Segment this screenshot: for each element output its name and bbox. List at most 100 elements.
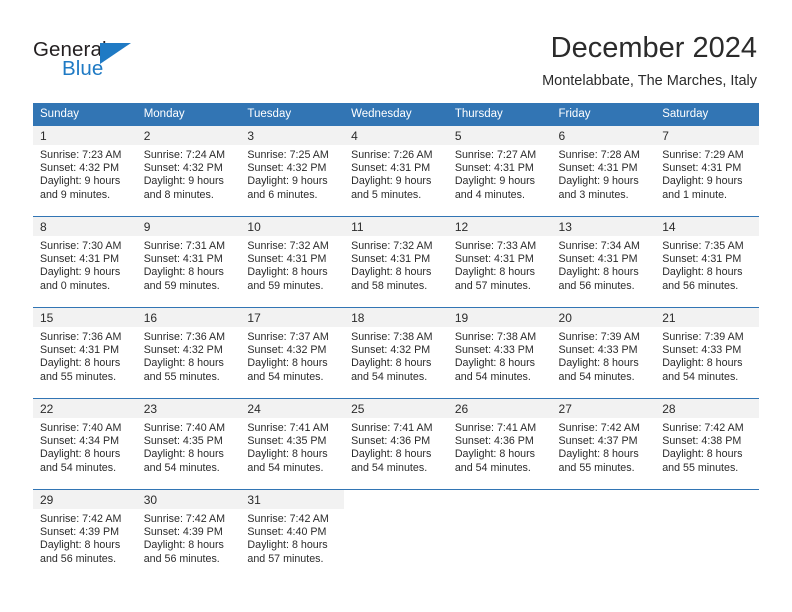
- day-number: 9: [136, 217, 241, 236]
- calendar-day-cell[interactable]: 30 Sunrise: 7:42 AM Sunset: 4:39 PM Dayligh…: [136, 489, 241, 580]
- day-sunrise-text: Sunrise: 7:39 AM: [558, 331, 640, 343]
- day-sun-info: Sunrise: 7:30 AM Sunset: 4:31 PM Daylight:…: [33, 236, 137, 293]
- calendar-day-cell[interactable]: 7 Sunrise: 7:29 AM Sunset: 4:31 PM Daylight…: [655, 125, 759, 217]
- calendar-day-cell[interactable]: 21 Sunrise: 7:39 AM Sunset: 4:33 PM Dayligh…: [655, 307, 759, 399]
- day-sun-info: [655, 509, 759, 513]
- day-sun-info: Sunrise: 7:29 AM Sunset: 4:31 PM Daylight:…: [655, 145, 759, 202]
- day-sunset-text: Sunset: 4:31 PM: [143, 253, 223, 266]
- day-sunrise-text: Sunrise: 7:29 AM: [662, 149, 744, 161]
- day-sunset-text: Sunset: 4:32 PM: [247, 344, 327, 357]
- day-cell-content: 2 Sunrise: 7:24 AM Sunset: 4:32 PM Daylight…: [136, 126, 241, 216]
- day-sun-info: Sunrise: 7:42 AM Sunset: 4:40 PM Daylight:…: [240, 509, 344, 566]
- day-daylight-text: and 56 minutes.: [40, 552, 117, 565]
- day-sun-info: Sunrise: 7:39 AM Sunset: 4:33 PM Daylight:…: [552, 327, 656, 384]
- calendar-day-cell[interactable]: 31 Sunrise: 7:42 AM Sunset: 4:40 PM Dayligh…: [240, 489, 345, 580]
- day-sun-info: Sunrise: 7:40 AM Sunset: 4:34 PM Daylight:…: [33, 418, 137, 475]
- day-sunrise-text: Sunrise: 7:42 AM: [558, 422, 640, 434]
- day-sunset-text: Sunset: 4:32 PM: [143, 344, 223, 357]
- day-number: 23: [136, 399, 241, 418]
- calendar-head: Sunday Monday Tuesday Wednesday Thursday…: [33, 103, 759, 126]
- calendar-day-cell[interactable]: 29 Sunrise: 7:42 AM Sunset: 4:39 PM Dayligh…: [33, 489, 137, 580]
- day-daylight-text: Daylight: 8 hours: [558, 266, 639, 279]
- day-number: 18: [344, 308, 448, 327]
- day-daylight-text: Daylight: 8 hours: [558, 357, 639, 370]
- calendar-day-cell[interactable]: 6 Sunrise: 7:28 AM Sunset: 4:31 PM Daylight…: [551, 125, 656, 217]
- day-sunrise-text: Sunrise: 7:32 AM: [351, 240, 433, 252]
- calendar-day-cell[interactable]: 27 Sunrise: 7:42 AM Sunset: 4:37 PM Dayligh…: [551, 398, 656, 490]
- day-number: 24: [240, 399, 345, 418]
- calendar-day-cell[interactable]: 20 Sunrise: 7:39 AM Sunset: 4:33 PM Dayligh…: [551, 307, 656, 399]
- day-sun-info: Sunrise: 7:32 AM Sunset: 4:31 PM Daylight:…: [344, 236, 448, 293]
- calendar-day-cell[interactable]: 3 Sunrise: 7:25 AM Sunset: 4:32 PM Daylight…: [240, 125, 345, 217]
- calendar-day-cell[interactable]: 11 Sunrise: 7:32 AM Sunset: 4:31 PM Dayligh…: [344, 216, 448, 308]
- calendar-day-cell[interactable]: 10 Sunrise: 7:32 AM Sunset: 4:31 PM Dayligh…: [240, 216, 345, 308]
- day-sun-info: Sunrise: 7:38 AM Sunset: 4:32 PM Daylight:…: [344, 327, 448, 384]
- general-blue-logo[interactable]: General Blue: [33, 38, 223, 88]
- day-cell-content: 25 Sunrise: 7:41 AM Sunset: 4:36 PM Dayligh…: [344, 399, 448, 489]
- calendar-day-cell[interactable]: 23 Sunrise: 7:40 AM Sunset: 4:35 PM Dayligh…: [136, 398, 241, 490]
- day-number: 20: [551, 308, 656, 327]
- day-number: 31: [240, 490, 345, 509]
- day-sunset-text: Sunset: 4:39 PM: [40, 526, 120, 539]
- day-number: 14: [655, 217, 759, 236]
- location-subtitle: Montelabbate, The Marches, Italy: [542, 73, 757, 89]
- calendar-day-cell[interactable]: 1 Sunrise: 7:23 AM Sunset: 4:32 PM Daylight…: [33, 125, 137, 217]
- day-daylight-text: and 57 minutes.: [454, 279, 531, 292]
- day-number: 11: [344, 217, 448, 236]
- calendar-day-cell[interactable]: 13 Sunrise: 7:34 AM Sunset: 4:31 PM Dayligh…: [551, 216, 656, 308]
- calendar-day-cell[interactable]: 8 Sunrise: 7:30 AM Sunset: 4:31 PM Daylight…: [33, 216, 137, 308]
- calendar-day-cell: [655, 489, 759, 580]
- calendar-day-cell[interactable]: 15 Sunrise: 7:36 AM Sunset: 4:31 PM Dayligh…: [33, 307, 137, 399]
- day-cell-content: 14 Sunrise: 7:35 AM Sunset: 4:31 PM Dayligh…: [655, 217, 759, 307]
- day-sun-info: Sunrise: 7:28 AM Sunset: 4:31 PM Daylight:…: [552, 145, 656, 202]
- calendar-day-cell: [551, 489, 656, 580]
- day-cell-content: 15 Sunrise: 7:36 AM Sunset: 4:31 PM Dayligh…: [33, 308, 137, 398]
- day-sunset-text: Sunset: 4:35 PM: [247, 435, 327, 448]
- day-sunrise-text: Sunrise: 7:42 AM: [662, 422, 744, 434]
- day-sunrise-text: Sunrise: 7:41 AM: [351, 422, 433, 434]
- day-sun-info: Sunrise: 7:42 AM Sunset: 4:39 PM Daylight:…: [33, 509, 137, 566]
- calendar-day-cell[interactable]: 12 Sunrise: 7:33 AM Sunset: 4:31 PM Dayligh…: [447, 216, 552, 308]
- calendar-day-cell[interactable]: 24 Sunrise: 7:41 AM Sunset: 4:35 PM Dayligh…: [240, 398, 345, 490]
- calendar-day-cell[interactable]: 25 Sunrise: 7:41 AM Sunset: 4:36 PM Dayligh…: [344, 398, 448, 490]
- day-daylight-text: Daylight: 8 hours: [40, 357, 121, 370]
- day-daylight-text: and 54 minutes.: [247, 461, 324, 474]
- day-sunset-text: Sunset: 4:31 PM: [558, 162, 638, 175]
- weekday-header-thursday: Thursday: [447, 103, 552, 126]
- calendar-day-cell[interactable]: 9 Sunrise: 7:31 AM Sunset: 4:31 PM Daylight…: [136, 216, 241, 308]
- day-daylight-text: Daylight: 8 hours: [143, 539, 224, 552]
- calendar-day-cell[interactable]: 28 Sunrise: 7:42 AM Sunset: 4:38 PM Dayligh…: [655, 398, 759, 490]
- day-sun-info: Sunrise: 7:42 AM Sunset: 4:37 PM Daylight:…: [552, 418, 656, 475]
- day-daylight-text: Daylight: 9 hours: [558, 175, 639, 188]
- day-sunset-text: Sunset: 4:31 PM: [454, 162, 534, 175]
- calendar-day-cell[interactable]: 4 Sunrise: 7:26 AM Sunset: 4:31 PM Daylight…: [344, 125, 448, 217]
- day-number: 4: [344, 126, 448, 145]
- calendar-day-cell[interactable]: 19 Sunrise: 7:38 AM Sunset: 4:33 PM Dayligh…: [447, 307, 552, 399]
- day-daylight-text: Daylight: 9 hours: [454, 175, 536, 188]
- day-sunset-text: Sunset: 4:38 PM: [662, 435, 742, 448]
- day-daylight-text: Daylight: 9 hours: [351, 175, 432, 188]
- day-sunrise-text: Sunrise: 7:41 AM: [247, 422, 329, 434]
- day-cell-content: 20 Sunrise: 7:39 AM Sunset: 4:33 PM Dayligh…: [551, 308, 656, 398]
- weekday-header-row: Sunday Monday Tuesday Wednesday Thursday…: [33, 103, 759, 126]
- calendar-day-cell[interactable]: 18 Sunrise: 7:38 AM Sunset: 4:32 PM Dayligh…: [344, 307, 448, 399]
- day-sunset-text: Sunset: 4:40 PM: [247, 526, 327, 539]
- day-cell-content: 23 Sunrise: 7:40 AM Sunset: 4:35 PM Dayligh…: [136, 399, 241, 489]
- day-sunrise-text: Sunrise: 7:38 AM: [351, 331, 433, 343]
- day-daylight-text: and 55 minutes.: [558, 461, 635, 474]
- calendar-day-cell[interactable]: 2 Sunrise: 7:24 AM Sunset: 4:32 PM Daylight…: [136, 125, 241, 217]
- calendar-day-cell[interactable]: 16 Sunrise: 7:36 AM Sunset: 4:32 PM Dayligh…: [136, 307, 241, 399]
- day-daylight-text: and 3 minutes.: [558, 188, 629, 201]
- calendar-day-cell[interactable]: 5 Sunrise: 7:27 AM Sunset: 4:31 PM Daylight…: [447, 125, 552, 217]
- day-sunset-text: Sunset: 4:31 PM: [558, 253, 638, 266]
- day-cell-content: [344, 490, 448, 580]
- calendar-day-cell[interactable]: 17 Sunrise: 7:37 AM Sunset: 4:32 PM Dayligh…: [240, 307, 345, 399]
- day-cell-content: 8 Sunrise: 7:30 AM Sunset: 4:31 PM Daylight…: [33, 217, 137, 307]
- calendar-day-cell[interactable]: 22 Sunrise: 7:40 AM Sunset: 4:34 PM Dayligh…: [33, 398, 137, 490]
- calendar-day-cell[interactable]: 26 Sunrise: 7:41 AM Sunset: 4:36 PM Dayligh…: [447, 398, 552, 490]
- day-sunrise-text: Sunrise: 7:42 AM: [40, 513, 122, 525]
- day-daylight-text: and 54 minutes.: [662, 370, 739, 383]
- calendar-day-cell[interactable]: 14 Sunrise: 7:35 AM Sunset: 4:31 PM Dayligh…: [655, 216, 759, 308]
- day-sun-info: Sunrise: 7:37 AM Sunset: 4:32 PM Daylight:…: [240, 327, 344, 384]
- day-sun-info: Sunrise: 7:42 AM Sunset: 4:39 PM Daylight:…: [137, 509, 241, 566]
